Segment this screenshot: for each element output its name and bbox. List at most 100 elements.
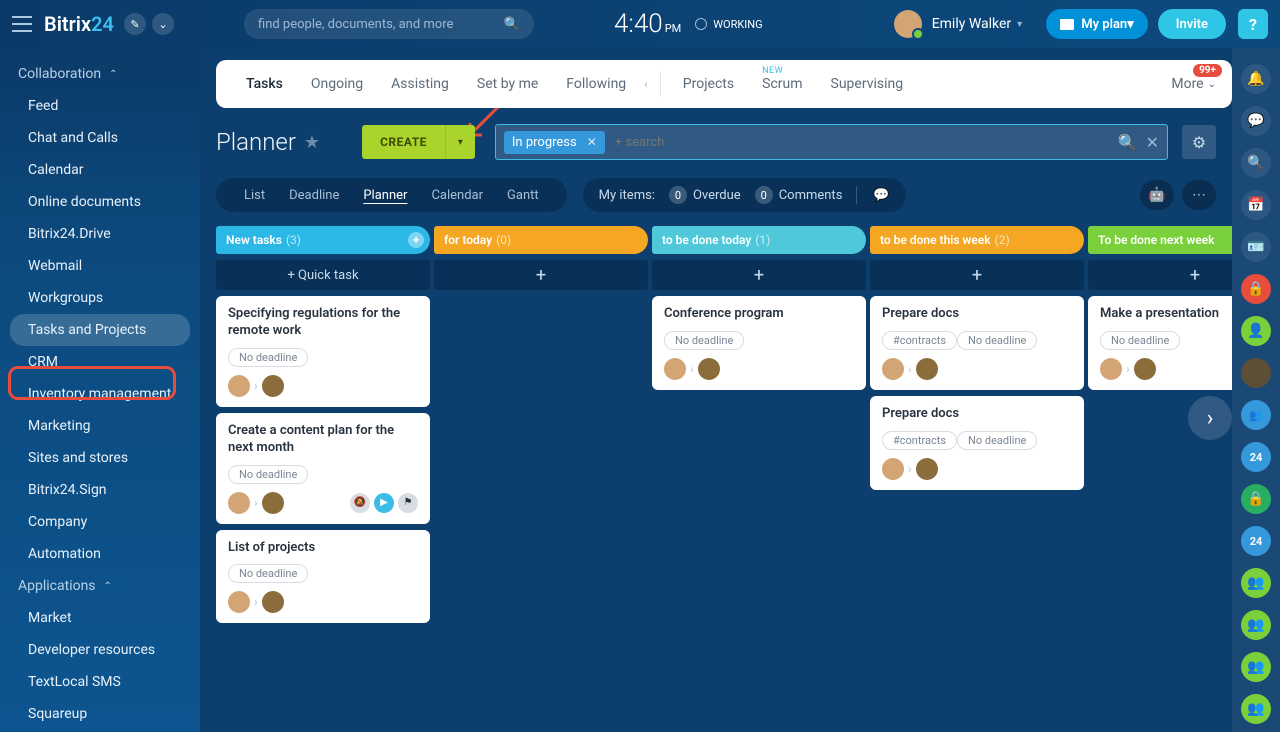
group-icon-4[interactable]: 👥	[1241, 652, 1271, 682]
sidebar-group-collaboration[interactable]: Collaboration⌃	[0, 58, 200, 90]
sidebar-item[interactable]: Inventory management	[0, 378, 200, 410]
sidebar-item[interactable]: Bitrix24.Drive	[0, 218, 200, 250]
tabs-scroll-left[interactable]: ‹	[640, 77, 652, 91]
bell-icon[interactable]: 🔔	[1241, 64, 1271, 94]
sidebar-item[interactable]: TextLocal SMS	[0, 666, 200, 698]
b24-icon[interactable]: 24	[1241, 442, 1271, 472]
sidebar-item[interactable]: Sites and stores	[0, 442, 200, 474]
user-icon[interactable]: 👤	[1241, 316, 1271, 346]
view-tab[interactable]: Calendar	[419, 188, 495, 203]
task-card[interactable]: Make a presentationNo deadline›	[1088, 296, 1232, 390]
tab[interactable]: NEWScrum	[748, 76, 816, 92]
menu-burger[interactable]	[12, 14, 32, 34]
user-menu[interactable]: Emily Walker ▾	[894, 10, 1023, 38]
flag-icon[interactable]: ⚑	[398, 493, 418, 513]
lock-icon[interactable]: 🔒	[1241, 274, 1271, 304]
filter-search-input[interactable]	[615, 135, 1118, 150]
tab[interactable]: Ongoing	[297, 76, 377, 92]
sidebar-group-applications[interactable]: Applications⌃	[0, 570, 200, 602]
calendar-icon[interactable]: 📅	[1241, 190, 1271, 220]
sidebar-item[interactable]: Company	[0, 506, 200, 538]
create-button[interactable]: CREATE	[362, 125, 445, 159]
lock-icon-2[interactable]: 🔒	[1241, 484, 1271, 514]
chat-icon[interactable]: 💬	[1241, 106, 1271, 136]
task-card[interactable]: Prepare docs#contractsNo deadline›	[870, 296, 1084, 390]
clear-filter-icon[interactable]: ✕	[1146, 133, 1159, 152]
task-card[interactable]: List of projectsNo deadline›	[216, 530, 430, 624]
tab[interactable]: Assisting	[377, 76, 463, 92]
quick-task-button[interactable]: +	[434, 260, 648, 290]
filter-bar[interactable]: In progress✕ 🔍 ✕	[495, 124, 1168, 160]
group-icon-3[interactable]: 👥	[1241, 610, 1271, 640]
working-status[interactable]: WORKING	[695, 18, 762, 31]
avatar	[228, 375, 250, 397]
sidebar-item[interactable]: Tasks and Projects	[10, 314, 190, 346]
column-header[interactable]: for today (0)	[434, 226, 648, 254]
sidebar-item[interactable]: Calendar	[0, 154, 200, 186]
view-tab[interactable]: Deadline	[277, 188, 351, 203]
sidebar-item[interactable]: Online documents	[0, 186, 200, 218]
sidebar-item[interactable]: Webmail	[0, 250, 200, 282]
my-plan-button[interactable]: My plan ▾	[1046, 9, 1148, 39]
avatar-rail[interactable]	[1241, 358, 1271, 388]
group-icon-2[interactable]: 👥	[1241, 568, 1271, 598]
view-tab[interactable]: List	[232, 188, 277, 203]
robot-icon[interactable]: 🤖	[1140, 180, 1174, 210]
search-icon[interactable]: 🔍	[1118, 133, 1138, 152]
quick-task-button[interactable]: +	[870, 260, 1084, 290]
scroll-right-button[interactable]: ›	[1188, 396, 1232, 440]
star-icon[interactable]: ★	[304, 132, 320, 153]
comments-link[interactable]: Comments	[779, 188, 843, 203]
filter-chip-in-progress[interactable]: In progress✕	[504, 131, 605, 154]
sidebar-item[interactable]: Market	[0, 602, 200, 634]
column-header[interactable]: New tasks (3)+	[216, 226, 430, 254]
chip-remove-icon[interactable]: ✕	[587, 135, 597, 149]
task-card[interactable]: Conference programNo deadline›	[652, 296, 866, 390]
tab[interactable]: Tasks	[232, 76, 297, 92]
column-header[interactable]: To be done next week	[1088, 226, 1232, 254]
sidebar-item[interactable]: Bitrix24.Sign	[0, 474, 200, 506]
sidebar-item[interactable]: Squareup	[0, 698, 200, 730]
group-icon-5[interactable]: 👥	[1241, 694, 1271, 724]
brand-logo[interactable]: Bitrix24	[44, 12, 114, 36]
sidebar-item[interactable]: Automation	[0, 538, 200, 570]
settings-button[interactable]: ⚙	[1182, 125, 1216, 159]
mute-icon[interactable]: 🔕	[350, 493, 370, 513]
sidebar-item[interactable]: Feed	[0, 90, 200, 122]
more-options-icon[interactable]: ⋯	[1182, 180, 1216, 210]
quick-task-button[interactable]: + Quick task	[216, 260, 430, 290]
quick-task-button[interactable]: +	[1088, 260, 1232, 290]
sidebar-item[interactable]: Workgroups	[0, 282, 200, 314]
column-header[interactable]: to be done today (1)	[652, 226, 866, 254]
chat-icon[interactable]: 💬	[873, 188, 889, 203]
task-card[interactable]: Create a content plan for the next month…	[216, 413, 430, 524]
view-tab[interactable]: Planner	[351, 188, 419, 203]
column-header[interactable]: to be done this week (2)	[870, 226, 1084, 254]
quick-task-button[interactable]: +	[652, 260, 866, 290]
global-search[interactable]: find people, documents, and more 🔍	[244, 9, 534, 39]
brand-dropdown[interactable]: ⌄	[152, 13, 174, 35]
help-button[interactable]: ?	[1238, 9, 1268, 39]
task-card[interactable]: Specifying regulations for the remote wo…	[216, 296, 430, 407]
sidebar-item[interactable]: Developer resources	[0, 634, 200, 666]
play-icon[interactable]: ▶	[374, 493, 394, 513]
overdue-link[interactable]: Overdue	[693, 188, 741, 203]
invite-button[interactable]: Invite	[1158, 9, 1226, 39]
sidebar-item[interactable]: Marketing	[0, 410, 200, 442]
group-icon[interactable]: 👥	[1241, 400, 1271, 430]
task-card[interactable]: Prepare docs#contractsNo deadline›	[870, 396, 1084, 490]
sidebar-item[interactable]: Chat and Calls	[0, 122, 200, 154]
search-icon[interactable]: 🔍	[1241, 148, 1271, 178]
id-icon[interactable]: 🪪	[1241, 232, 1271, 262]
tab[interactable]: Following	[552, 76, 640, 92]
tab[interactable]: Projects	[669, 76, 748, 92]
tab[interactable]: Supervising	[817, 76, 918, 92]
tabs-more[interactable]: More⌄ 99+	[1171, 76, 1216, 92]
add-column-icon[interactable]: +	[408, 232, 424, 248]
b24-icon-2[interactable]: 24	[1241, 526, 1271, 556]
create-dropdown[interactable]: ▾	[445, 125, 475, 159]
view-tab[interactable]: Gantt	[495, 188, 551, 203]
tab[interactable]: Set by me	[463, 76, 552, 92]
sidebar-item[interactable]: CRM	[0, 346, 200, 378]
edit-icon[interactable]: ✎	[124, 13, 146, 35]
